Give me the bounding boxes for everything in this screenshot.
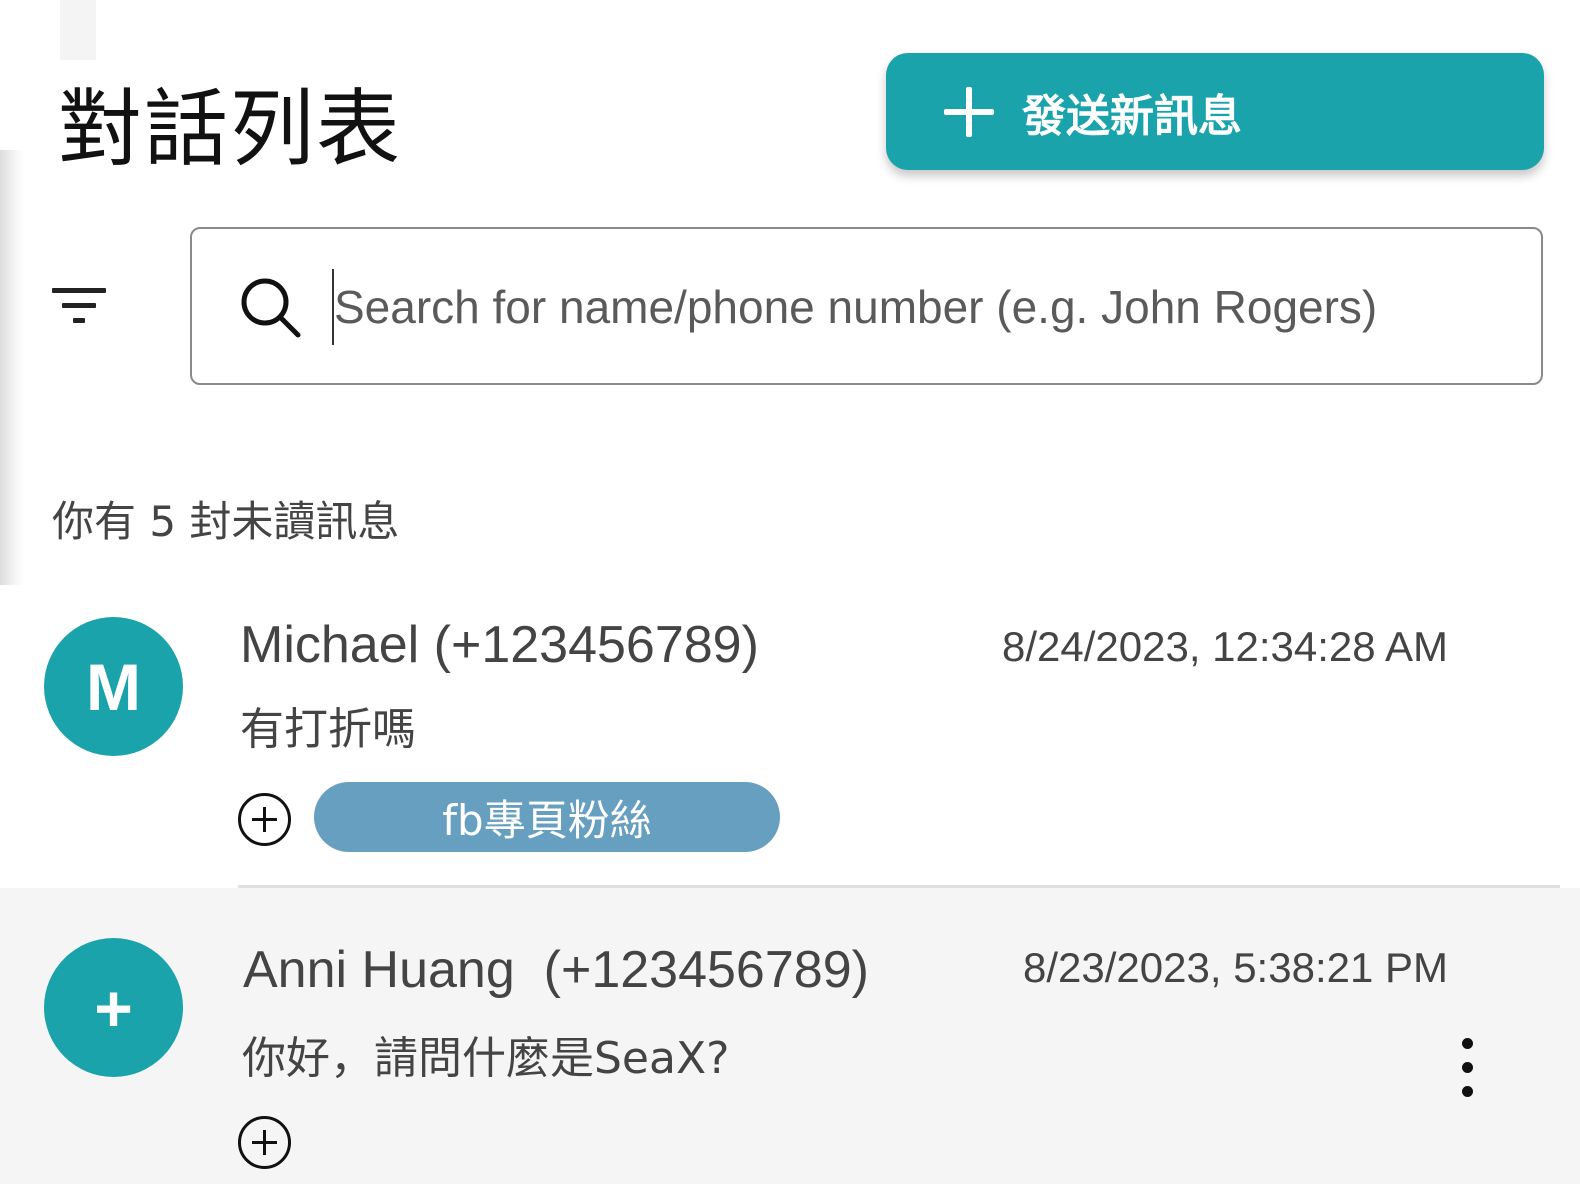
search-input[interactable] xyxy=(332,269,1512,345)
more-vert-icon[interactable] xyxy=(1452,1038,1482,1098)
avatar: + xyxy=(44,938,183,1077)
conversation-item[interactable]: + Anni Huang (+123456789) 8/23/2023, 5:3… xyxy=(0,888,1580,1184)
add-tag-icon[interactable] xyxy=(238,793,291,846)
send-new-message-label: 發送新訊息 xyxy=(1022,90,1242,142)
message-preview: 你好，請問什麼是SeaX? xyxy=(242,1033,730,1084)
conversation-item[interactable]: M Michael (+123456789) 8/24/2023, 12:34:… xyxy=(0,585,1580,888)
contact-name: Michael (+123456789) xyxy=(240,616,759,674)
message-timestamp: 8/23/2023, 5:38:21 PM xyxy=(1023,944,1448,991)
add-tag-icon[interactable] xyxy=(238,1116,291,1169)
avatar: M xyxy=(44,617,183,756)
search-icon xyxy=(241,278,301,338)
search-box[interactable] xyxy=(190,227,1543,385)
filter-icon[interactable] xyxy=(52,288,106,326)
plus-icon xyxy=(942,85,996,139)
page-title: 對話列表 xyxy=(58,80,403,178)
message-preview: 有打折嗎 xyxy=(240,704,416,755)
tag-chip[interactable]: fb專頁粉絲 xyxy=(314,782,780,852)
top-corner-fragment xyxy=(0,0,96,60)
contact-name: Anni Huang (+123456789) xyxy=(243,941,869,999)
conversation-list-page: 對話列表 發送新訊息 你有 5 封未讀訊息 M Michael (+123456… xyxy=(0,0,1580,1184)
message-timestamp: 8/24/2023, 12:34:28 AM xyxy=(1001,623,1448,670)
send-new-message-button[interactable]: 發送新訊息 xyxy=(886,53,1544,170)
unread-count-text: 你有 5 封未讀訊息 xyxy=(52,497,400,546)
